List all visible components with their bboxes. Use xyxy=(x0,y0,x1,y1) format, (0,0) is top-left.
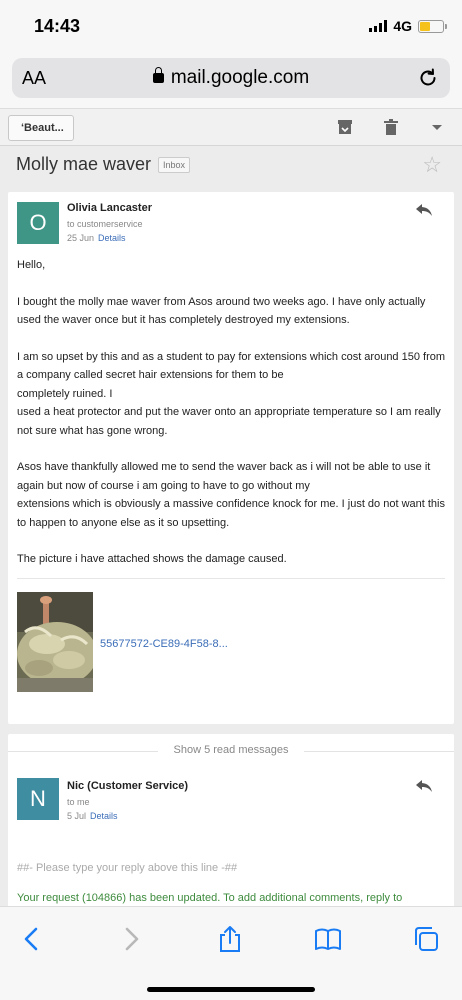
attachment-thumbnail[interactable] xyxy=(17,592,93,692)
paragraph-line: completely ruined. I xyxy=(17,387,113,400)
reply-marker: ##- Please type your reply above this li… xyxy=(17,862,238,874)
status-bar: 14:43 4G xyxy=(0,0,462,52)
show-read-messages-link[interactable]: Show 5 read messages xyxy=(8,744,454,756)
status-indicators: 4G xyxy=(369,18,447,34)
paragraph: The picture i have attached shows the da… xyxy=(17,553,287,566)
update-notice: Your request (104866) has been updated. … xyxy=(17,892,403,904)
paragraph: I am so upset by this and as a student t… xyxy=(17,348,447,440)
show-read-label: Show 5 read messages xyxy=(173,744,289,756)
message-body: Hello, I bought the molly mae waver from… xyxy=(17,256,447,587)
thread-subject: Molly mae waver xyxy=(16,154,152,174)
star-icon[interactable]: ☆ xyxy=(422,152,442,178)
archive-icon[interactable] xyxy=(336,118,354,136)
recipient-line: to customerservice xyxy=(67,219,143,229)
collapsed-messages[interactable]: Show 5 read messages xyxy=(8,734,454,774)
paragraph: Asos have thankfully allowed me to send … xyxy=(17,458,447,532)
avatar: N xyxy=(17,778,59,820)
status-time: 14:43 xyxy=(34,16,81,36)
lock-icon xyxy=(152,67,164,83)
bookmarks-icon[interactable] xyxy=(314,925,342,953)
tabs-icon[interactable] xyxy=(412,925,440,953)
message-card: O Olivia Lancaster to customerservice 25… xyxy=(8,192,454,724)
url-display[interactable]: mail.google.com xyxy=(12,67,450,89)
chevron-down-icon[interactable] xyxy=(428,118,446,136)
details-link[interactable]: Details xyxy=(98,233,126,243)
forward-arrow-icon[interactable] xyxy=(117,925,145,953)
thread-header: Molly mae waver Inbox ☆ xyxy=(0,146,462,186)
signal-icon xyxy=(369,20,388,32)
gmail-toolbar: ‘Beaut... xyxy=(0,108,462,146)
back-arrow-icon[interactable] xyxy=(18,925,46,953)
reload-icon[interactable] xyxy=(416,66,440,90)
date-line: 25 Jun Details xyxy=(67,233,126,243)
attachment-filename[interactable]: 55677572-CE89-4F58-8... xyxy=(100,638,228,650)
inbox-label[interactable]: Inbox xyxy=(158,157,191,173)
battery-icon xyxy=(418,19,447,33)
url-text: mail.google.com xyxy=(170,67,310,88)
avatar: O xyxy=(17,202,59,244)
network-type: 4G xyxy=(393,18,412,34)
paragraph-line: I am so upset by this and as a student t… xyxy=(17,351,446,382)
details-link[interactable]: Details xyxy=(90,811,118,821)
paragraph-line: used a heat protector and put the waver … xyxy=(17,406,441,437)
sender-name[interactable]: Olivia Lancaster xyxy=(67,202,152,214)
browser-toolbar xyxy=(0,906,462,1000)
home-indicator xyxy=(147,987,315,992)
message-card: N Nic (Customer Service) to me 5 Jul Deta… xyxy=(8,770,454,920)
paragraph: I bought the molly mae waver from Asos a… xyxy=(17,295,426,327)
back-to-inbox-button[interactable]: ‘Beaut... xyxy=(8,115,74,141)
reply-icon[interactable] xyxy=(414,202,434,218)
trash-icon[interactable] xyxy=(382,118,400,136)
message-date: 25 Jun xyxy=(67,233,95,243)
paragraph-line: extensions which is obviously a massive … xyxy=(17,498,445,529)
address-bar[interactable]: AA mail.google.com xyxy=(12,58,450,98)
sender-name[interactable]: Nic (Customer Service) xyxy=(67,780,188,792)
message-date: 5 Jul xyxy=(67,811,87,821)
recipient-line: to me xyxy=(67,797,90,807)
share-icon[interactable] xyxy=(216,925,244,953)
attachment-divider xyxy=(17,578,445,579)
reply-icon[interactable] xyxy=(414,778,434,794)
paragraph-line: Asos have thankfully allowed me to send … xyxy=(17,461,431,492)
greeting: Hello, xyxy=(17,259,46,271)
browser-address-area: AA mail.google.com xyxy=(0,52,462,108)
date-line: 5 Jul Details xyxy=(67,811,118,821)
